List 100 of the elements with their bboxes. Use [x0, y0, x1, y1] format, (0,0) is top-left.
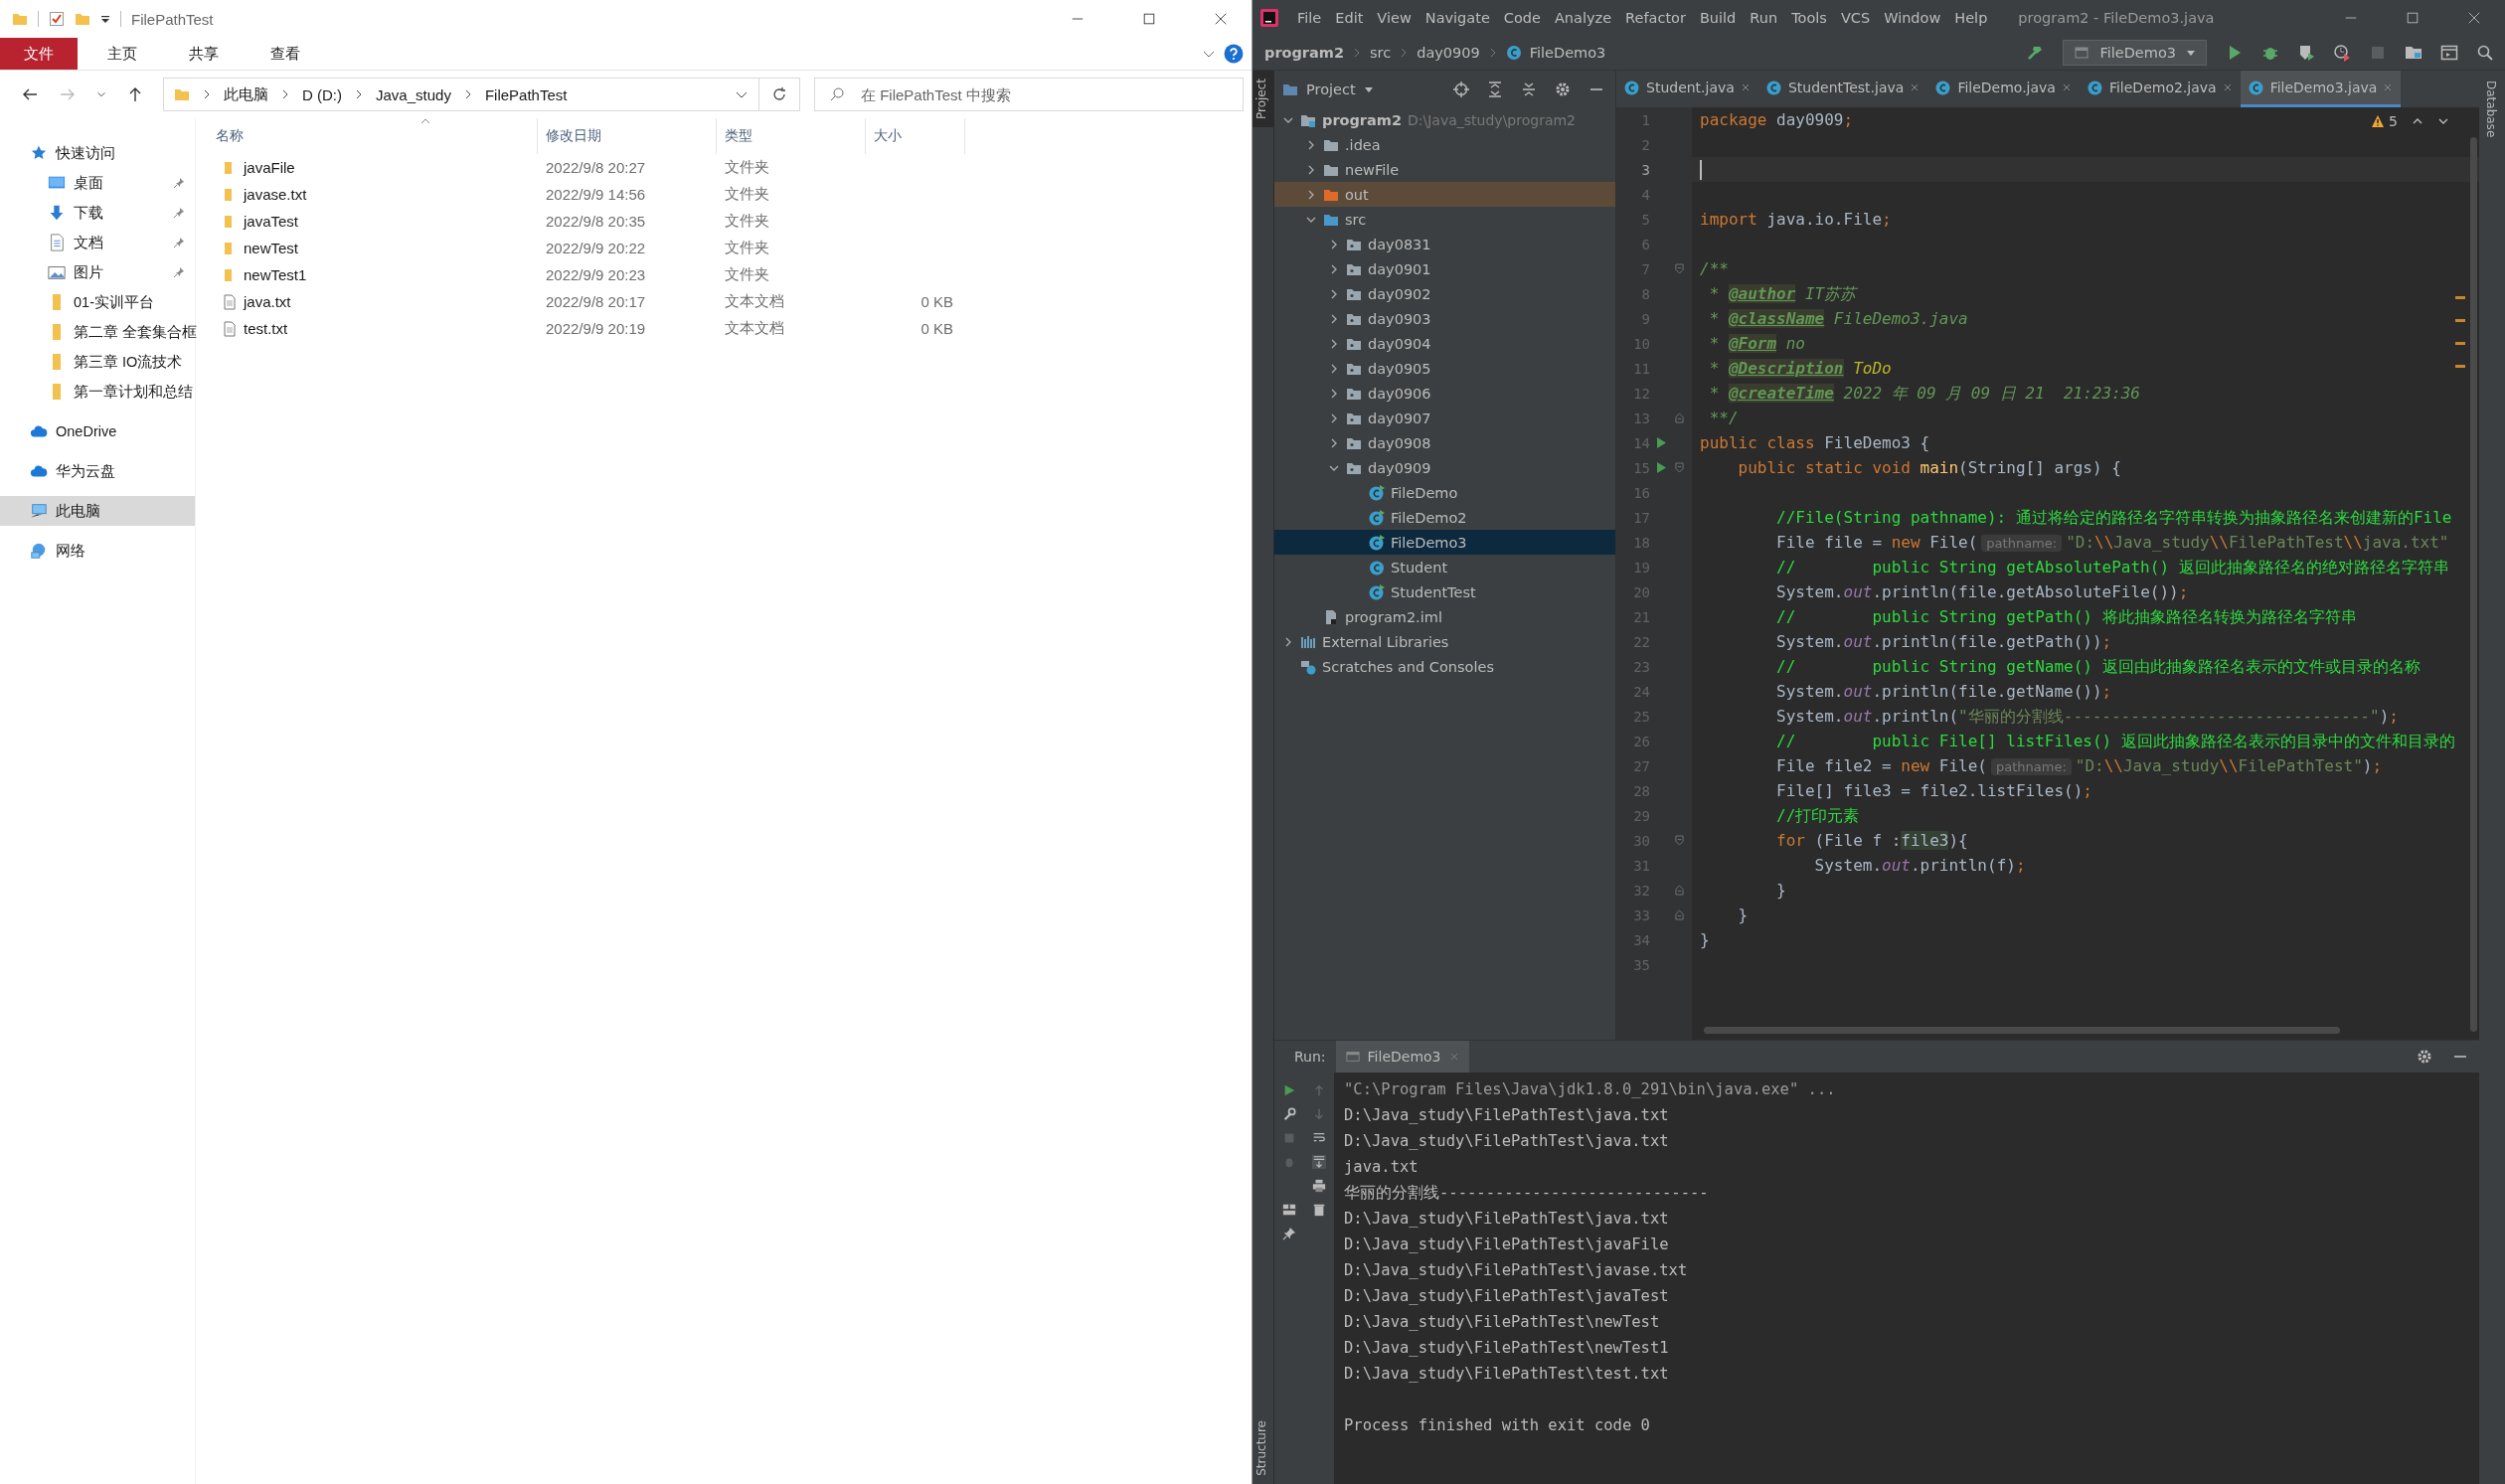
database-tool-tab[interactable]: Database	[2479, 71, 2503, 148]
nav-item[interactable]: 第二章 全套集合框	[0, 317, 195, 347]
tree-item[interactable]: Student	[1274, 555, 1615, 579]
nav-item[interactable]: 下载	[0, 198, 195, 228]
wrench-icon[interactable]	[1282, 1107, 1296, 1121]
nav-item[interactable]: 第三章 IO流技术	[0, 347, 195, 377]
nav-item[interactable]: 01-实训平台	[0, 287, 195, 317]
menu-item[interactable]: Code	[1496, 10, 1548, 26]
tree-item[interactable]: day0909	[1274, 455, 1615, 480]
search-bar[interactable]: 在 FilePathTest 中搜索	[814, 78, 1244, 111]
menu-item[interactable]: Run	[1743, 10, 1785, 26]
tree-item[interactable]: day0904	[1274, 331, 1615, 356]
breadcrumb-item[interactable]: day0909	[1417, 45, 1480, 61]
chevron-right-icon[interactable]	[202, 89, 212, 99]
tree-item[interactable]: .idea	[1274, 132, 1615, 157]
nav-item[interactable]: 快速访问	[0, 138, 195, 168]
menu-item[interactable]: Build	[1692, 10, 1744, 26]
refresh-button[interactable]	[758, 78, 800, 111]
tree-item[interactable]: StudentTest	[1274, 579, 1615, 604]
editor-tab[interactable]: Student.java	[1616, 71, 1758, 107]
menu-item[interactable]: Tools	[1784, 10, 1834, 26]
tree-item[interactable]: External Libraries	[1274, 629, 1615, 654]
nav-item[interactable]: 第一章计划和总结	[0, 377, 195, 407]
breadcrumb-item[interactable]: Java_study	[376, 85, 451, 103]
tree-item[interactable]: day0902	[1274, 281, 1615, 306]
run-tab[interactable]: FileDemo3	[1335, 1041, 1469, 1072]
run-icon[interactable]	[1656, 437, 1666, 448]
close-icon[interactable]	[1740, 82, 1751, 92]
fold-icon[interactable]	[1674, 462, 1684, 473]
layout-icon[interactable]	[1282, 1203, 1296, 1217]
nav-item[interactable]: 桌面	[0, 168, 195, 198]
nav-item[interactable]: 图片	[0, 257, 195, 287]
tree-item[interactable]: program2.iml	[1274, 604, 1615, 629]
column-header[interactable]: 名称	[208, 118, 538, 154]
run-icon[interactable]	[1656, 462, 1666, 473]
run-config-dropdown[interactable]: FileDemo3	[2063, 40, 2207, 66]
fold-icon[interactable]	[1674, 835, 1684, 846]
tree-item[interactable]: program2 D:\Java_study\program2	[1274, 107, 1615, 132]
menu-item[interactable]: Edit	[1328, 10, 1371, 26]
breadcrumb-item[interactable]: FileDemo3	[1529, 45, 1606, 61]
tree-item[interactable]: FileDemo3	[1274, 530, 1615, 555]
nav-item[interactable]: 华为云盘	[0, 456, 195, 486]
menu-item[interactable]: Refactor	[1618, 10, 1693, 26]
tree-item[interactable]: FileDemo	[1274, 480, 1615, 505]
file-name[interactable]: java.txt	[244, 293, 291, 310]
breadcrumb-item[interactable]: FilePathTest	[484, 85, 568, 103]
project-view-dropdown[interactable]: Project	[1306, 81, 1374, 97]
tree-item[interactable]: FileDemo2	[1274, 505, 1615, 530]
print-icon[interactable]	[1312, 1179, 1326, 1193]
breadcrumb-item[interactable]: D (D:)	[302, 85, 342, 103]
search-field[interactable]: 在 FilePathTest 中搜索	[859, 84, 1229, 104]
close-icon[interactable]	[2061, 82, 2072, 92]
scrollbar-thumb[interactable]	[2470, 137, 2477, 1032]
file-name[interactable]: test.txt	[244, 320, 288, 337]
editor-tab[interactable]: FileDemo.java	[1927, 71, 2080, 107]
rerun-icon[interactable]	[1282, 1083, 1296, 1097]
chevron-right-icon[interactable]	[280, 89, 290, 99]
column-header[interactable]: 类型	[717, 118, 866, 154]
trash-icon[interactable]	[1312, 1203, 1326, 1217]
breadcrumb-item[interactable]: 此电脑	[224, 84, 268, 104]
file-name[interactable]: javaFile	[244, 159, 295, 176]
file-name[interactable]: javaTest	[244, 213, 299, 230]
tree-item[interactable]: day0906	[1274, 381, 1615, 406]
file-menu-button[interactable]: 文件	[0, 38, 78, 70]
file-name[interactable]: newTest	[244, 240, 299, 256]
pin-icon[interactable]	[1282, 1227, 1296, 1240]
nav-item[interactable]: 网络	[0, 536, 195, 566]
menu-item[interactable]: Window	[1877, 10, 1948, 26]
menu-item[interactable]: Navigate	[1418, 10, 1497, 26]
menu-item[interactable]: File	[1290, 10, 1329, 26]
tree-item[interactable]: day0903	[1274, 306, 1615, 331]
close-icon[interactable]	[2222, 82, 2233, 92]
menu-item[interactable]: Analyze	[1547, 10, 1619, 26]
scrollbar-thumb[interactable]	[1704, 1027, 2340, 1034]
tree-item[interactable]: day0907	[1274, 406, 1615, 430]
file-name[interactable]: newTest1	[244, 266, 307, 283]
nav-item[interactable]: 此电脑	[0, 496, 195, 526]
editor-tab[interactable]: FileDemo3.java	[2240, 71, 2402, 107]
column-header[interactable]: 修改日期	[538, 118, 717, 154]
tree-item[interactable]: day0831	[1274, 232, 1615, 256]
file-name[interactable]: javase.txt	[244, 186, 307, 203]
menu-item[interactable]: Help	[1947, 10, 1995, 26]
tree-item[interactable]: day0908	[1274, 430, 1615, 455]
nav-item[interactable]: 文档	[0, 228, 195, 257]
menu-item[interactable]: View	[1370, 10, 1419, 26]
dropdown-icon[interactable]	[100, 14, 110, 24]
breadcrumb-item[interactable]: src	[1370, 45, 1392, 61]
fold-icon[interactable]	[1674, 263, 1684, 274]
tree-item[interactable]: Scratches and Consoles	[1274, 654, 1615, 679]
tree-item[interactable]: src	[1274, 207, 1615, 232]
tree-item[interactable]: out	[1274, 182, 1615, 207]
column-header[interactable]: 大小	[866, 118, 965, 154]
help-icon[interactable]	[1224, 44, 1244, 64]
address-bar[interactable]: 此电脑 D (D:) Java_study FilePathTest	[163, 78, 759, 111]
chevron-right-icon[interactable]	[354, 89, 364, 99]
scroll-to-end-icon[interactable]	[1312, 1155, 1326, 1169]
project-tool-tab[interactable]: Project	[1252, 71, 1273, 128]
breadcrumb-item[interactable]: program2	[1264, 45, 1344, 61]
close-icon[interactable]	[1910, 82, 1920, 92]
tree-item[interactable]: day0901	[1274, 256, 1615, 281]
